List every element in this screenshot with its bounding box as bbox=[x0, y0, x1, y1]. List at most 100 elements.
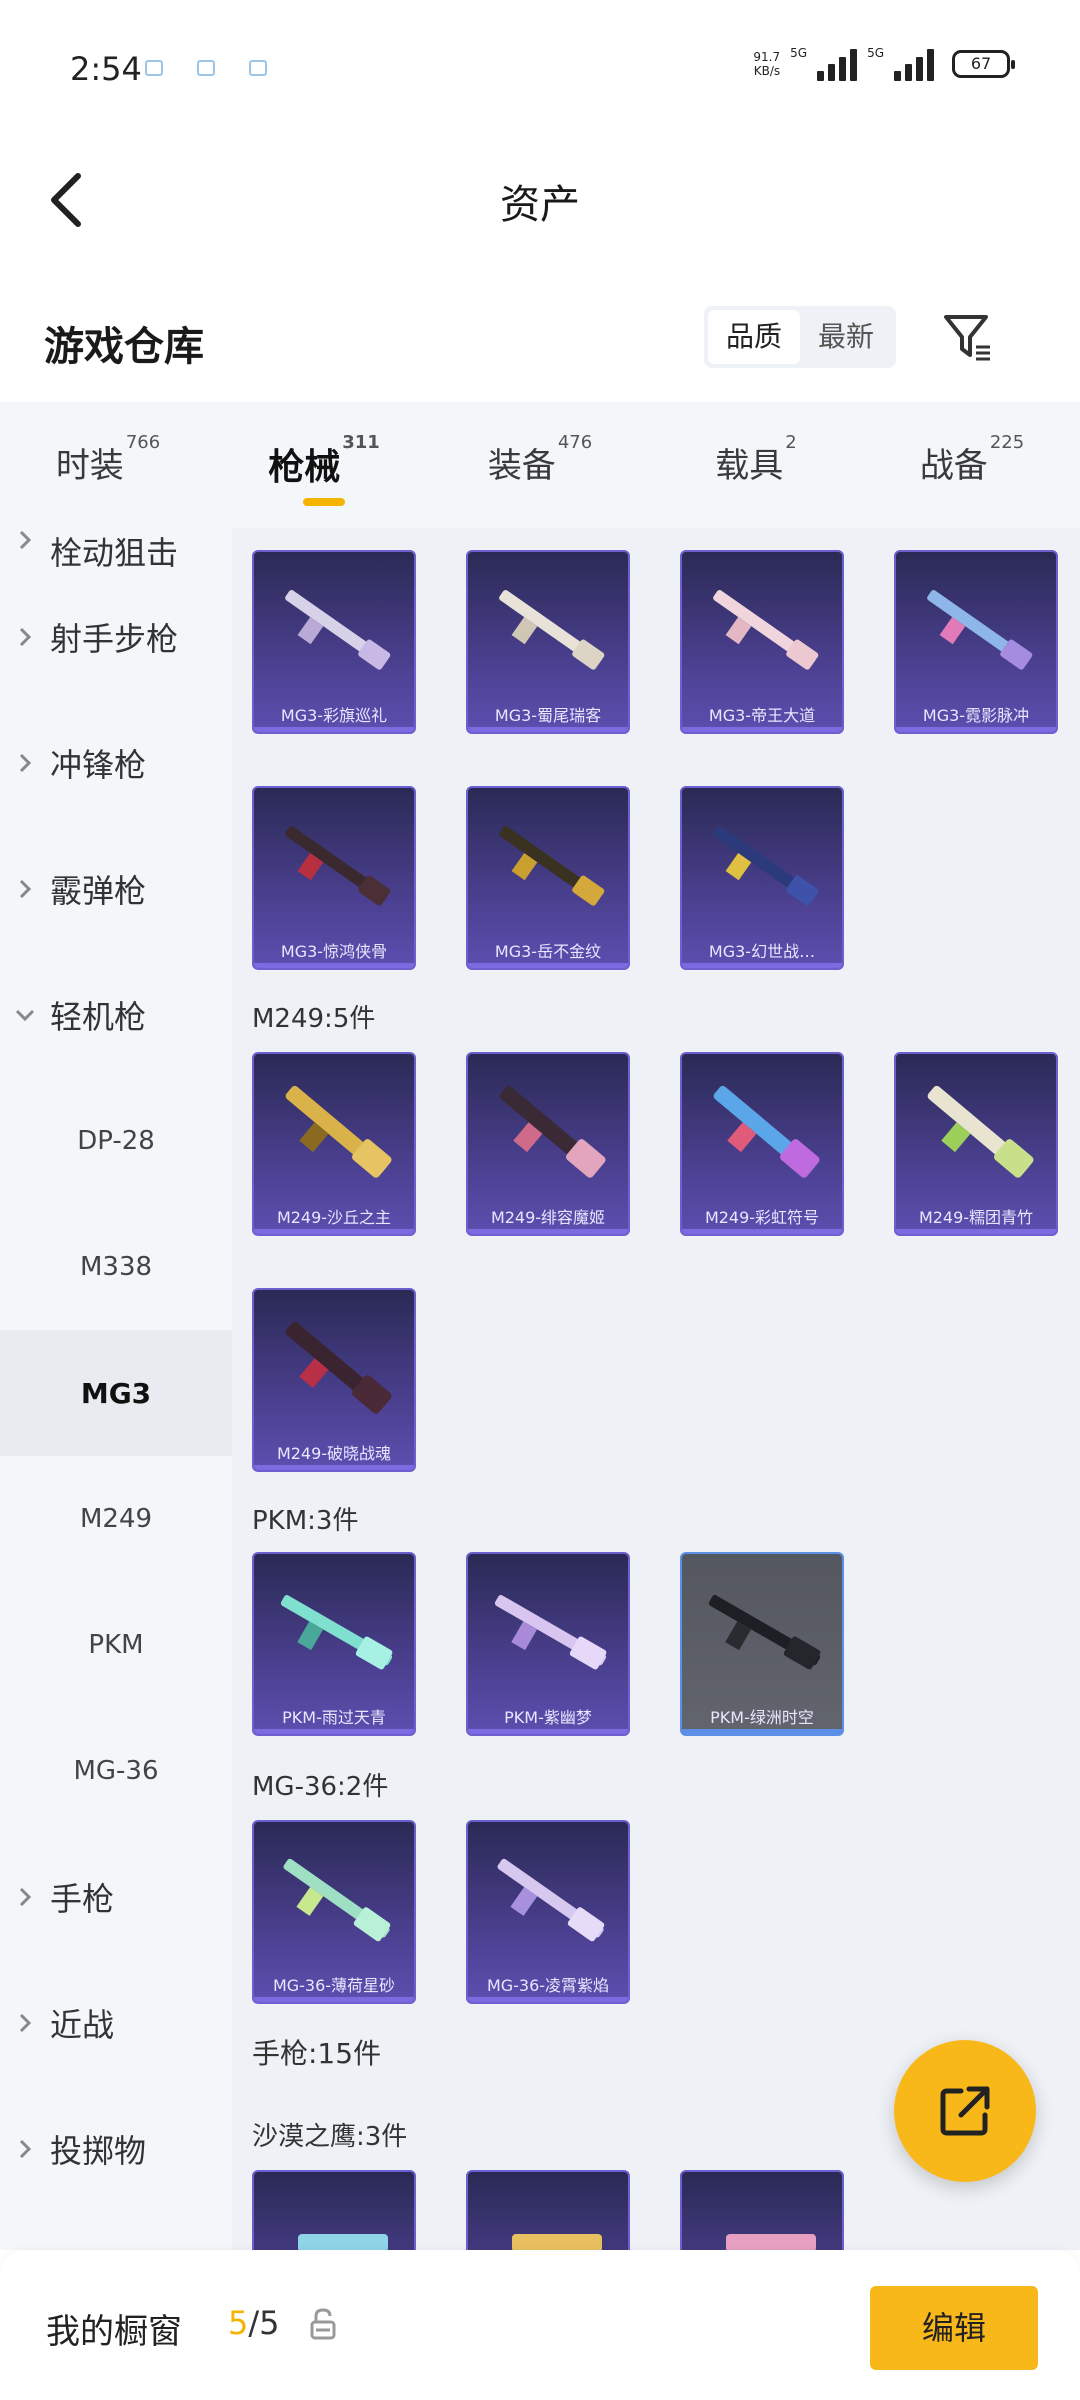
edit-button[interactable]: 编辑 bbox=[870, 2286, 1038, 2370]
skin-card[interactable]: MG3-惊鸿侠骨 bbox=[252, 786, 416, 970]
sidebar-item-smg[interactable]: 冲锋枪 bbox=[0, 700, 232, 826]
skin-card[interactable]: MG3-彩旗巡礼 bbox=[252, 550, 416, 734]
group-label-pistol: 手枪:15件 bbox=[252, 2037, 382, 2070]
weapon-icon bbox=[726, 2234, 816, 2250]
chevron-right-icon bbox=[0, 528, 50, 552]
group-label-deagle: 沙漠之鹰:3件 bbox=[252, 2122, 408, 2152]
weapon-icon bbox=[927, 1085, 1034, 1178]
weapon-icon bbox=[280, 1595, 393, 1670]
notification-icon bbox=[145, 60, 163, 76]
skin-card[interactable]: PKM-雨过天青 bbox=[252, 1552, 416, 1736]
group-label-m249: M249:5件 bbox=[252, 1004, 376, 1034]
skin-name: MG3-霓影脉冲 bbox=[922, 706, 1030, 725]
sidebar-item-dp28[interactable]: DP-28 bbox=[0, 1078, 232, 1204]
skin-card[interactable]: M249-沙丘之主 bbox=[252, 1052, 416, 1236]
skin-card[interactable]: M249-绯容魔姬 bbox=[466, 1052, 630, 1236]
skin-card[interactable]: MG-36-凌霄紫焰 bbox=[466, 1820, 630, 2004]
sidebar-item-mg3[interactable]: MG3 bbox=[0, 1330, 232, 1456]
tab-supplies[interactable]: 战备225 bbox=[864, 402, 1080, 528]
sidebar-item-lmg[interactable]: 轻机枪 bbox=[0, 952, 232, 1078]
tab-costume[interactable]: 时装766 bbox=[0, 402, 216, 528]
skin-card[interactable]: MG3-帝王大道 bbox=[680, 550, 844, 734]
skin-card[interactable]: MG3-岳不金纹 bbox=[466, 786, 630, 970]
status-indicators: 91.7 KB/s 5G 5G 67 bbox=[753, 46, 1015, 82]
chevron-right-icon bbox=[0, 2137, 50, 2161]
battery-icon: 67 bbox=[952, 50, 1015, 78]
skin-card[interactable]: MG3-蜀尾瑞客 bbox=[466, 550, 630, 734]
sort-quality-button[interactable]: 品质 bbox=[708, 310, 801, 364]
status-bar: 2:54 91.7 KB/s 5G 5G 67 bbox=[0, 0, 1080, 140]
weapon-icon bbox=[499, 590, 605, 670]
section-title: 游戏仓库 bbox=[44, 324, 204, 370]
skin-card[interactable] bbox=[466, 2170, 630, 2250]
skin-name: M249-彩虹符号 bbox=[704, 1208, 820, 1227]
chevron-down-icon bbox=[0, 1007, 50, 1023]
notification-icons bbox=[145, 60, 267, 76]
skin-card[interactable]: MG3-霓影脉冲 bbox=[894, 550, 1058, 734]
weapon-icon bbox=[499, 826, 605, 906]
skin-name: MG-36-薄荷星砂 bbox=[272, 1976, 396, 1995]
weapon-icon bbox=[713, 1085, 820, 1178]
skin-card[interactable]: PKM-绿洲时空 bbox=[680, 1552, 844, 1736]
skin-name: MG3-帝王大道 bbox=[708, 706, 816, 725]
sort-newest-button[interactable]: 最新 bbox=[800, 310, 892, 364]
skin-name: MG3-幻世战… bbox=[708, 942, 816, 961]
weapon-icon bbox=[285, 826, 391, 906]
skin-card[interactable] bbox=[252, 2170, 416, 2250]
chevron-right-icon bbox=[0, 751, 50, 775]
sidebar-item-mg36[interactable]: MG-36 bbox=[0, 1708, 232, 1834]
sidebar-item-shotgun[interactable]: 霰弹枪 bbox=[0, 826, 232, 952]
weapon-icon bbox=[285, 1321, 392, 1414]
sidebar-item-throwable[interactable]: 投掷物 bbox=[0, 2086, 232, 2212]
sidebar-item-dmr[interactable]: 射手步枪 bbox=[0, 574, 232, 700]
share-fab-button[interactable] bbox=[894, 2040, 1036, 2182]
sidebar-item-bolt-sniper[interactable]: 栓动狙击 bbox=[0, 528, 232, 574]
skin-name: M249-沙丘之主 bbox=[276, 1208, 392, 1227]
network-speed: 91.7 KB/s bbox=[753, 50, 781, 78]
network-type-2: 5G bbox=[867, 46, 884, 60]
skin-name: M249-绯容魔姬 bbox=[490, 1208, 606, 1227]
network-type-1: 5G bbox=[790, 46, 808, 60]
tab-vehicles[interactable]: 载具2 bbox=[648, 402, 864, 528]
skin-card[interactable]: M249-糯团青竹 bbox=[894, 1052, 1058, 1236]
notification-icon bbox=[249, 60, 267, 76]
skin-name: M249-糯团青竹 bbox=[918, 1208, 1034, 1227]
weapon-icon bbox=[285, 1085, 392, 1178]
lock-icon[interactable] bbox=[308, 2306, 338, 2342]
skin-card[interactable]: MG-36-薄荷星砂 bbox=[252, 1820, 416, 2004]
showcase-bar: 我的橱窗 5/5 编辑 bbox=[0, 2250, 1080, 2400]
weapon-icon bbox=[708, 1595, 821, 1670]
tab-guns[interactable]: 枪械311 bbox=[216, 402, 432, 528]
skin-card[interactable]: M249-彩虹符号 bbox=[680, 1052, 844, 1236]
skin-name: MG3-蜀尾瑞客 bbox=[494, 706, 602, 725]
skin-card[interactable] bbox=[680, 2170, 844, 2250]
chevron-right-icon bbox=[0, 877, 50, 901]
signal-icon bbox=[894, 47, 934, 81]
sidebar-item-pistol[interactable]: 手枪 bbox=[0, 1834, 232, 1960]
skin-card[interactable]: M249-破晓战魂 bbox=[252, 1288, 416, 1472]
weapon-icon bbox=[713, 590, 819, 670]
filter-button[interactable] bbox=[938, 302, 998, 372]
weapon-icon bbox=[713, 826, 819, 906]
sidebar-item-melee[interactable]: 近战 bbox=[0, 1960, 232, 2086]
tab-equipment[interactable]: 装备476 bbox=[432, 402, 648, 528]
sort-toggle: 品质 最新 bbox=[704, 306, 897, 368]
page-title: 资产 bbox=[500, 182, 580, 228]
skin-card[interactable]: MG3-幻世战… bbox=[680, 786, 844, 970]
weapon-icon bbox=[298, 2234, 388, 2250]
skin-name: PKM-紫幽梦 bbox=[504, 1708, 592, 1727]
category-tabs: 时装766 枪械311 装备476 载具2 战备225 bbox=[0, 402, 1080, 528]
group-label-pkm: PKM:3件 bbox=[252, 1506, 359, 1536]
chevron-right-icon bbox=[0, 625, 50, 649]
sidebar-item-m249[interactable]: M249 bbox=[0, 1456, 232, 1582]
weapon-icon bbox=[512, 2234, 602, 2250]
showcase-label: 我的橱窗 bbox=[46, 2312, 182, 2352]
skin-name: MG3-岳不金纹 bbox=[494, 942, 602, 961]
share-out-icon bbox=[940, 2086, 990, 2136]
weapon-icon bbox=[283, 1858, 391, 1942]
showcase-count: 5/5 bbox=[228, 2304, 280, 2342]
skin-card[interactable]: PKM-紫幽梦 bbox=[466, 1552, 630, 1736]
sidebar-item-pkm[interactable]: PKM bbox=[0, 1582, 232, 1708]
sidebar-item-m338[interactable]: M338 bbox=[0, 1204, 232, 1330]
filter-icon bbox=[944, 315, 990, 361]
